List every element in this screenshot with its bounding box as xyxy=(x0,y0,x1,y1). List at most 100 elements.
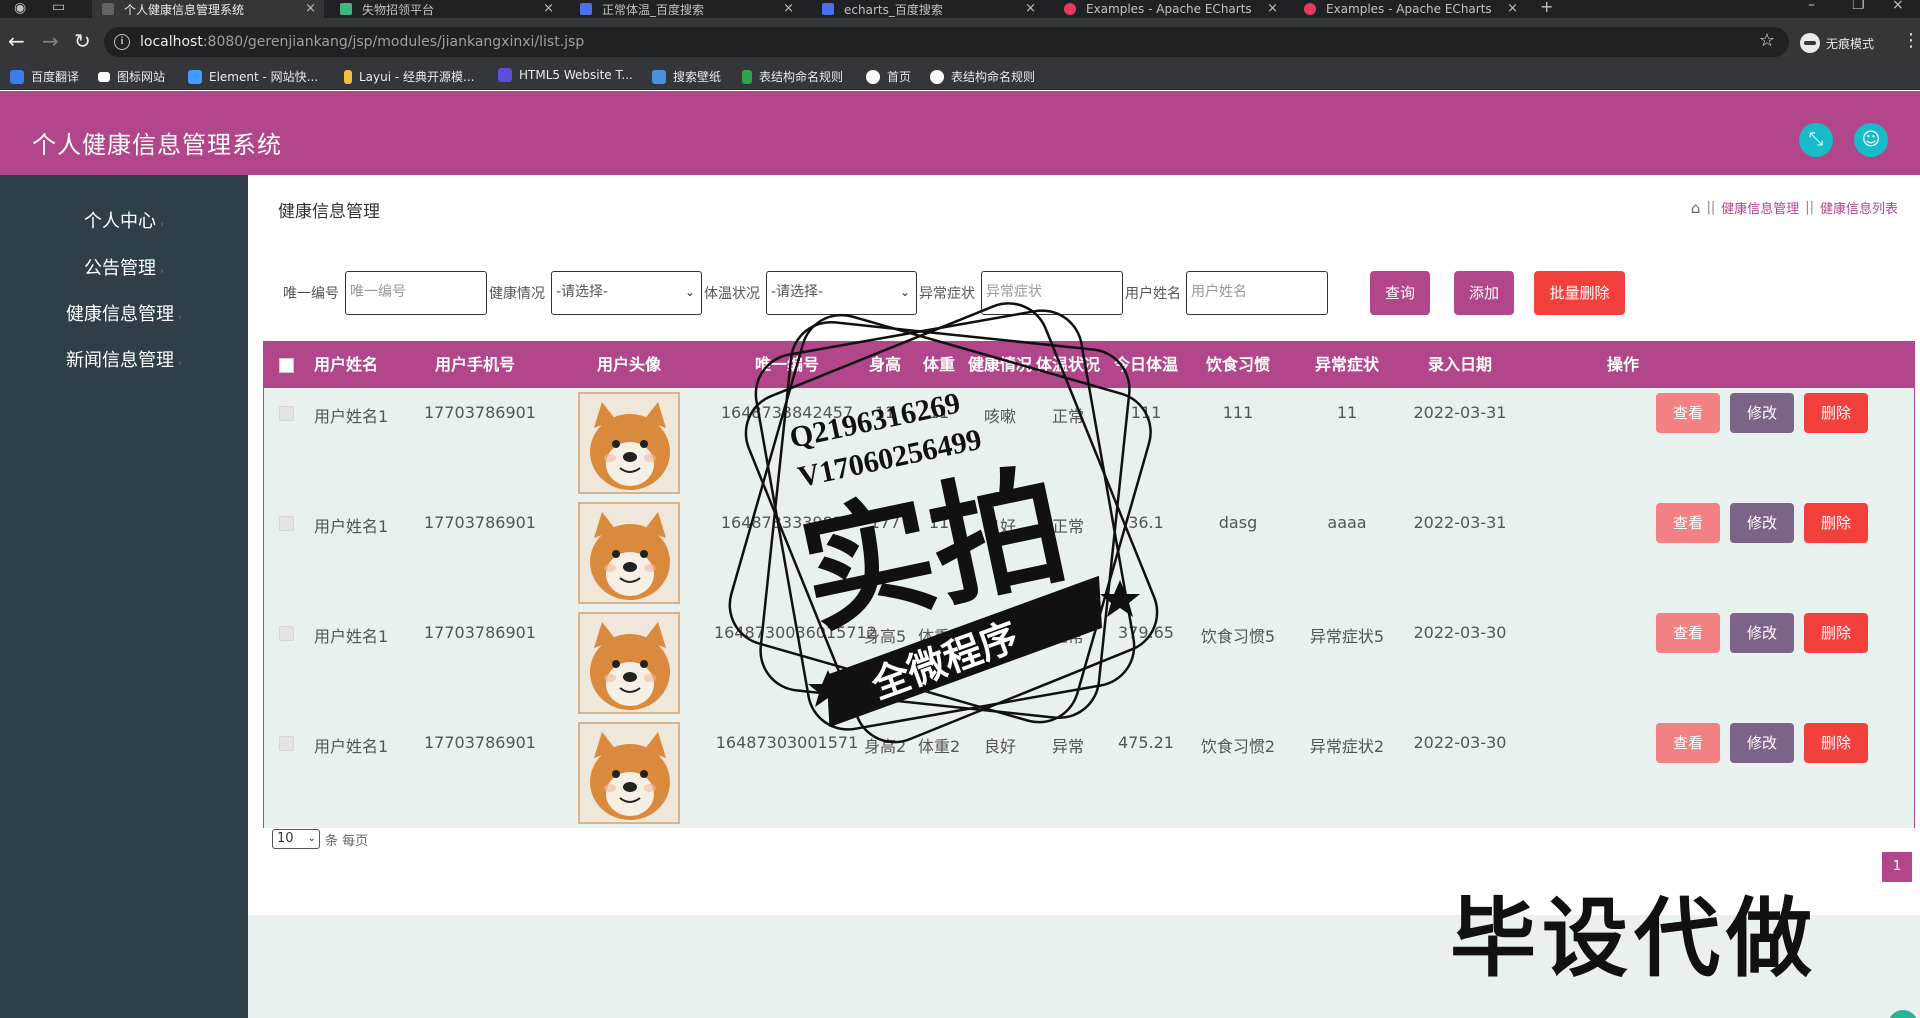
browser-tab-strip: ◉ ▭ 个人健康信息管理系统 × 失物招领平台 × 正常体温_百度搜索 × ec… xyxy=(0,0,1920,18)
fullscreen-icon[interactable]: ⤡ xyxy=(1799,123,1833,157)
cell-phone: 17703786901 xyxy=(424,623,536,642)
close-tab-icon[interactable]: × xyxy=(783,1,794,16)
globe-icon xyxy=(930,69,944,84)
chevron-down-icon: ⌄ xyxy=(684,285,695,299)
bookmark-item[interactable]: 百度翻译 xyxy=(10,68,79,85)
browser-tab-1[interactable]: 个人健康信息管理系统 × xyxy=(92,0,324,18)
bookmark-item[interactable]: 图标网站 xyxy=(98,68,165,85)
close-tab-icon[interactable]: × xyxy=(1507,1,1518,16)
row-checkbox[interactable] xyxy=(279,626,294,641)
html5-icon xyxy=(498,68,512,82)
cell-phone: 17703786901 xyxy=(424,733,536,752)
id-filter-label: 唯一编号 xyxy=(283,286,339,302)
page-size-select[interactable]: 10 ⌄ xyxy=(272,829,320,849)
view-button[interactable]: 查看 xyxy=(1656,613,1720,653)
edit-button[interactable]: 修改 xyxy=(1730,723,1794,763)
minimize-icon[interactable]: – xyxy=(1808,0,1815,13)
bookmark-item[interactable]: 搜索壁纸 xyxy=(652,68,721,85)
back-arrow-icon[interactable]: ← xyxy=(8,30,25,52)
edit-button[interactable]: 修改 xyxy=(1730,613,1794,653)
forward-arrow-icon[interactable]: → xyxy=(42,30,59,52)
browser-menu-icon[interactable]: ◉ xyxy=(14,0,26,16)
browser-menu-kebab-icon[interactable]: ⋮ xyxy=(1902,30,1920,51)
sidebar-item-notice[interactable]: 公告管理 › xyxy=(0,254,248,280)
column-header[interactable]: 用户手机号 xyxy=(434,342,516,388)
bookmark-item[interactable]: Layui - 经典开源模... xyxy=(344,68,474,85)
breadcrumb: ⌂ || 健康信息管理 || 健康信息列表 xyxy=(1690,198,1898,218)
user-avatar-image xyxy=(578,722,680,824)
view-button[interactable]: 查看 xyxy=(1656,393,1720,433)
view-button[interactable]: 查看 xyxy=(1656,723,1720,763)
app-header: 个人健康信息管理系统 ⤡ ☺ xyxy=(0,91,1920,175)
id-filter-input[interactable]: 唯一编号 xyxy=(345,271,487,315)
delete-button[interactable]: 删除 xyxy=(1804,393,1868,433)
column-header[interactable]: 饮食习惯 xyxy=(1202,342,1274,388)
edit-button[interactable]: 修改 xyxy=(1730,503,1794,543)
browser-tab-3[interactable]: 正常体温_百度搜索 × xyxy=(570,0,802,18)
column-header[interactable]: 录入日期 xyxy=(1424,342,1496,388)
column-header[interactable]: 用户姓名 xyxy=(314,342,378,388)
bookmark-item[interactable]: 首页 xyxy=(866,68,911,85)
incognito-indicator[interactable]: 无痕模式 xyxy=(1800,32,1874,54)
close-window-icon[interactable]: × xyxy=(1892,0,1904,13)
view-button[interactable]: 查看 xyxy=(1656,503,1720,543)
browser-tab-4[interactable]: echarts_百度搜索 × xyxy=(812,0,1044,18)
flag-icon xyxy=(98,71,110,82)
sidebar-item-personal-center[interactable]: 个人中心 › xyxy=(0,207,248,233)
close-tab-icon[interactable]: × xyxy=(543,1,554,16)
bookmark-item[interactable]: 表结构命名规则 xyxy=(742,68,843,85)
close-tab-icon[interactable]: × xyxy=(1025,1,1036,16)
delete-button[interactable]: 删除 xyxy=(1804,723,1868,763)
url-text: localhost:8080/gerenjiankang/jsp/modules… xyxy=(140,34,585,50)
batch-delete-button[interactable]: 批量删除 xyxy=(1534,271,1625,315)
cell-phone: 17703786901 xyxy=(424,403,536,422)
browser-tab-5[interactable]: Examples - Apache ECharts × xyxy=(1054,0,1286,18)
delete-button[interactable]: 删除 xyxy=(1804,613,1868,653)
select-all-checkbox[interactable] xyxy=(279,358,294,373)
row-checkbox[interactable] xyxy=(279,736,294,751)
chevron-right-icon: › xyxy=(160,266,164,277)
delete-button[interactable]: 删除 xyxy=(1804,503,1868,543)
row-checkbox[interactable] xyxy=(279,516,294,531)
reload-icon[interactable]: ↻ xyxy=(74,30,91,52)
name-filter-input[interactable]: 用户姓名 xyxy=(1186,271,1328,315)
bookmark-star-icon[interactable]: ☆ xyxy=(1759,30,1775,51)
site-info-icon[interactable]: i xyxy=(114,34,130,50)
breadcrumb-item[interactable]: 健康信息管理 xyxy=(1721,198,1799,217)
restore-icon[interactable]: ❐ xyxy=(1852,0,1865,13)
add-button[interactable]: 添加 xyxy=(1454,271,1514,315)
bookmark-item[interactable]: HTML5 Website T... xyxy=(498,68,633,82)
browser-tab-6[interactable]: Examples - Apache ECharts × xyxy=(1294,0,1526,18)
user-avatar-image xyxy=(578,612,680,714)
sidebar-item-health-info[interactable]: 健康信息管理 › xyxy=(0,300,248,326)
watermark-stamp: Q2196316269 V17060256499 实拍 全微程序 xyxy=(728,302,1159,744)
health-filter-select[interactable]: -请选择- ⌄ xyxy=(551,271,702,315)
url-input[interactable]: i localhost:8080/gerenjiankang/jsp/modul… xyxy=(104,27,1789,57)
row-checkbox[interactable] xyxy=(279,406,294,421)
health-filter-label: 健康情况 xyxy=(489,286,545,302)
query-button[interactable]: 查询 xyxy=(1370,271,1430,315)
wallpaper-icon xyxy=(652,69,666,84)
cell-name: 用户姓名1 xyxy=(314,517,389,536)
user-avatar-icon[interactable]: ☺ xyxy=(1854,123,1888,157)
close-tab-icon[interactable]: × xyxy=(305,1,316,16)
browser-tab-2[interactable]: 失物招领平台 × xyxy=(330,0,562,18)
new-tab-icon[interactable]: + xyxy=(1540,0,1553,16)
bookmark-item[interactable]: 表结构命名规则 xyxy=(930,68,1035,85)
chevron-right-icon: › xyxy=(160,219,164,230)
sidebar-item-news[interactable]: 新闻信息管理 › xyxy=(0,346,248,372)
watermark-bottom-text: 毕设代做 xyxy=(1450,889,1818,989)
tab-overview-icon[interactable]: ▭ xyxy=(52,0,65,15)
page-size-label: 条 每页 xyxy=(325,834,369,849)
close-tab-icon[interactable]: × xyxy=(1267,1,1278,16)
edit-button[interactable]: 修改 xyxy=(1730,393,1794,433)
column-header[interactable]: 用户头像 xyxy=(592,342,666,388)
pagination-page-1[interactable]: 1 xyxy=(1882,852,1912,882)
globe-icon xyxy=(866,69,880,84)
home-icon[interactable]: ⌂ xyxy=(1691,199,1701,217)
address-bar-area: ← → ↻ i localhost:8080/gerenjiankang/jsp… xyxy=(0,18,1920,68)
vue-favicon-icon xyxy=(340,3,352,15)
column-header[interactable]: 异常症状 xyxy=(1311,342,1383,388)
bookmark-item[interactable]: Element - 网站快... xyxy=(188,68,318,85)
cell-symptom: 异常症状2 xyxy=(1309,737,1385,756)
